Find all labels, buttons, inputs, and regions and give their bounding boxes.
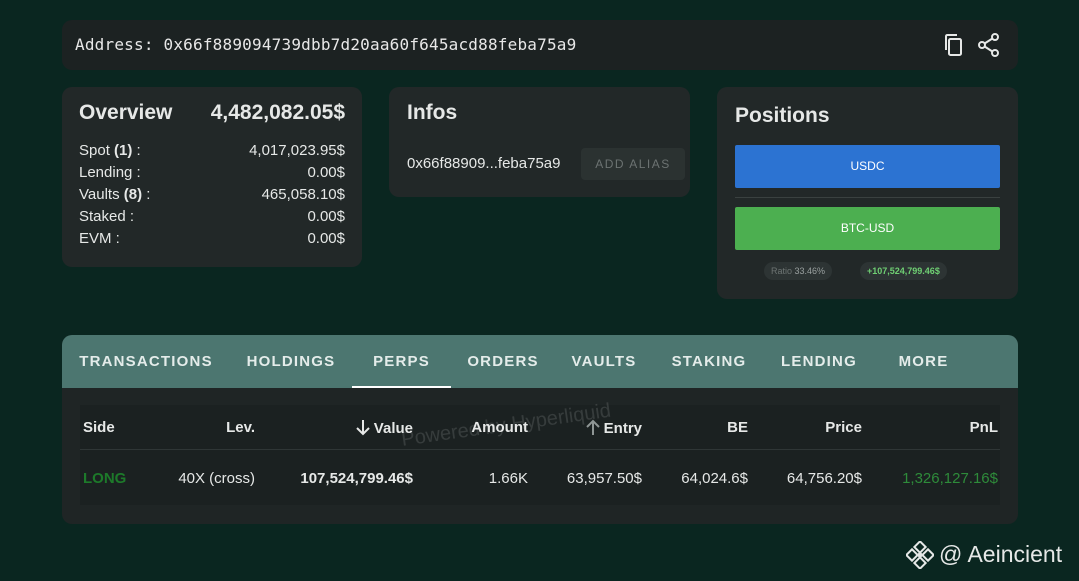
ratio-value: 33.46% bbox=[794, 266, 826, 276]
tab-more[interactable]: MORE bbox=[873, 335, 974, 388]
header-side[interactable]: Side bbox=[83, 419, 115, 436]
overview-row-value: 0.00$ bbox=[307, 208, 345, 225]
header-be[interactable]: BE bbox=[680, 419, 748, 436]
tab-vaults[interactable]: VAULTS bbox=[555, 335, 653, 388]
overview-row-count: (1) bbox=[114, 142, 133, 159]
binance-logo-icon bbox=[906, 541, 934, 569]
tab-holdings[interactable]: HOLDINGS bbox=[230, 335, 352, 388]
cell-lev: 40X (cross) bbox=[178, 470, 255, 487]
overview-row-label: Spot bbox=[79, 142, 110, 159]
address-text[interactable]: Address: 0x66f889094739dbb7d20aa60f645ac… bbox=[75, 35, 576, 54]
position-bar-usdc[interactable]: USDC bbox=[735, 145, 1000, 188]
header-price[interactable]: Price bbox=[780, 419, 862, 436]
overview-row-suffix: : bbox=[132, 142, 141, 159]
divider bbox=[735, 197, 1000, 198]
pnl-chip: +107,524,799.46$ bbox=[860, 262, 947, 280]
overview-row-value: 465,058.10$ bbox=[261, 186, 345, 203]
tab-staking[interactable]: STAKING bbox=[653, 335, 765, 388]
cell-amount: 1.66K bbox=[488, 470, 528, 487]
tab-orders[interactable]: ORDERS bbox=[451, 335, 555, 388]
overview-row-value: 4,017,023.95$ bbox=[249, 142, 345, 159]
header-pnl[interactable]: PnL bbox=[920, 419, 998, 436]
tab-lending[interactable]: LENDING bbox=[765, 335, 873, 388]
infos-card: Infos 0x66f88909...feba75a9 ADD ALIAS bbox=[389, 87, 690, 197]
share-icon[interactable] bbox=[976, 32, 1002, 58]
copy-icon[interactable] bbox=[941, 32, 967, 58]
ratio-chip: Ratio 33.46% bbox=[764, 262, 833, 280]
add-alias-button[interactable]: ADD ALIAS bbox=[581, 148, 685, 180]
overview-row-label: Vaults bbox=[79, 186, 120, 203]
ratio-label: Ratio bbox=[771, 266, 793, 276]
position-bar-btc-usd[interactable]: BTC-USD bbox=[735, 207, 1000, 250]
overview-row-label: Staked : bbox=[79, 208, 135, 225]
cell-pnl: 1,326,127.16$ bbox=[902, 470, 998, 487]
overview-row-staked: Staked : 0.00$ bbox=[79, 208, 345, 228]
brand-handle: @ Aeincient bbox=[939, 541, 1063, 567]
positions-title: Positions bbox=[735, 104, 830, 127]
positions-card: Positions USDC BTC-USD Ratio 33.46% +107… bbox=[717, 87, 1018, 299]
cell-price: 64,756.20$ bbox=[786, 470, 862, 487]
cell-be: 64,024.6$ bbox=[681, 470, 748, 487]
short-address: 0x66f88909...feba75a9 bbox=[407, 155, 561, 172]
tab-perps[interactable]: PERPS bbox=[352, 335, 451, 388]
cell-side: LONG bbox=[83, 470, 127, 487]
infos-title: Infos bbox=[407, 101, 458, 124]
tab-bar: TRANSACTIONS HOLDINGS PERPS ORDERS VAULT… bbox=[62, 335, 1018, 388]
cell-value: 107,524,799.46$ bbox=[300, 470, 413, 487]
overview-row-label: Lending : bbox=[79, 164, 141, 181]
header-lev[interactable]: Lev. bbox=[200, 419, 255, 436]
cell-entry: 63,957.50$ bbox=[566, 470, 642, 487]
overview-row-count: (8) bbox=[123, 186, 143, 203]
overview-row-spot: Spot (1) : 4,017,023.95$ bbox=[79, 142, 345, 162]
overview-title: Overview bbox=[79, 101, 173, 124]
arrow-down-icon bbox=[356, 420, 370, 436]
overview-row-vaults: Vaults (8) : 465,058.10$ bbox=[79, 186, 345, 206]
overview-row-suffix: : bbox=[142, 186, 151, 203]
overview-row-evm: EVM : 0.00$ bbox=[79, 230, 345, 250]
header-divider bbox=[80, 449, 1000, 450]
tab-transactions[interactable]: TRANSACTIONS bbox=[62, 335, 230, 388]
overview-total: 4,482,082.05$ bbox=[210, 101, 345, 124]
overview-row-lending: Lending : 0.00$ bbox=[79, 164, 345, 184]
overview-row-label: EVM : bbox=[79, 230, 120, 247]
overview-row-value: 0.00$ bbox=[307, 164, 345, 181]
overview-row-value: 0.00$ bbox=[307, 230, 345, 247]
address-bar: Address: 0x66f889094739dbb7d20aa60f645ac… bbox=[62, 20, 1018, 70]
overview-card: Overview 4,482,082.05$ Spot (1) : 4,017,… bbox=[62, 87, 362, 267]
